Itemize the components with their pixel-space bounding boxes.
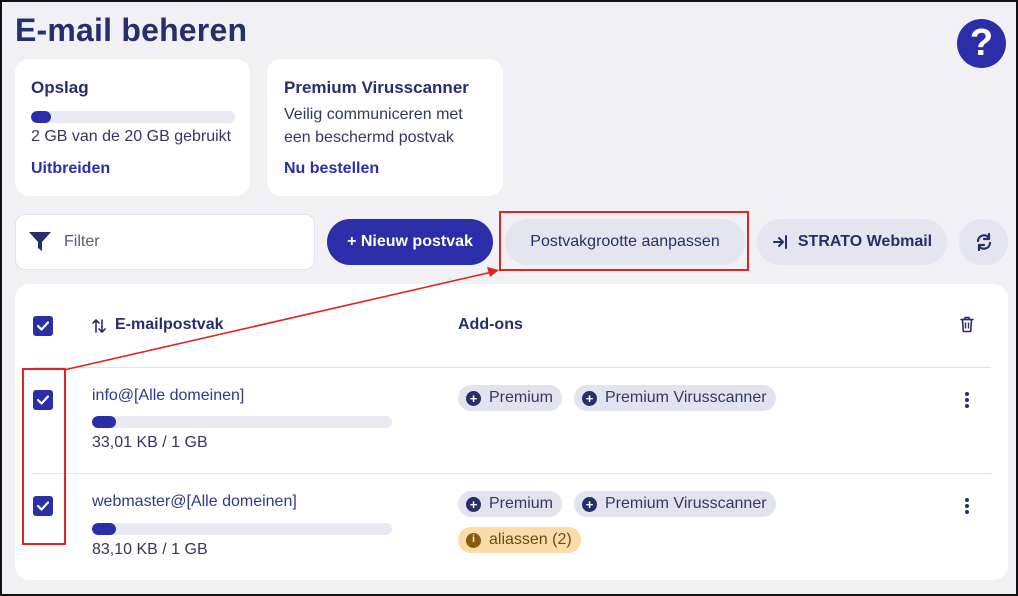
select-all-checkbox[interactable] xyxy=(33,316,53,336)
new-mailbox-button[interactable]: + Nieuw postvak xyxy=(327,219,493,265)
annotation-highlight-row-checkboxes xyxy=(22,368,66,545)
virus-scanner-card: Premium Virusscanner Veilig communiceren… xyxy=(267,59,503,196)
virus-scanner-title: Premium Virusscanner xyxy=(284,78,469,97)
mailbox-email[interactable]: info@[Alle domeinen] xyxy=(92,387,244,405)
column-header-addons: Add-ons xyxy=(458,316,523,333)
storage-usage-text: 2 GB van de 20 GB gebruikt xyxy=(31,128,232,145)
alias-badge[interactable]: i aliassen (2) xyxy=(458,527,581,553)
filter-icon xyxy=(29,232,51,251)
plus-icon: + xyxy=(466,390,481,406)
mailbox-size: 33,01 KB / 1 GB xyxy=(92,434,208,451)
sort-icon[interactable] xyxy=(92,318,106,334)
storage-card: Opslag 2 GB van de 20 GB gebruikt Uitbre… xyxy=(15,59,250,196)
addon-badge[interactable]: + Premium xyxy=(458,491,563,517)
addon-label: Premium xyxy=(489,389,554,406)
row-menu-icon[interactable] xyxy=(965,392,969,408)
refresh-button[interactable] xyxy=(959,219,1008,265)
virus-scanner-text-1: Veilig communiceren met xyxy=(284,106,463,123)
addon-label: Premium xyxy=(489,495,554,512)
row-menu-icon[interactable] xyxy=(965,498,969,514)
expand-storage-link[interactable]: Uitbreiden xyxy=(31,160,110,178)
filter-field[interactable] xyxy=(15,214,315,270)
mailbox-usage-fill xyxy=(92,523,116,535)
login-arrow-icon xyxy=(772,235,787,249)
row-divider xyxy=(33,473,991,474)
help-icon[interactable]: ? xyxy=(957,19,1006,68)
storage-progress-fill xyxy=(31,111,52,123)
header-divider xyxy=(33,367,991,368)
mailbox-usage-bar xyxy=(92,523,392,535)
check-icon xyxy=(37,321,49,331)
addon-badge[interactable]: + Premium xyxy=(458,385,563,411)
mailbox-usage-fill xyxy=(92,416,116,428)
page-frame: E-mail beheren ? Opslag 2 GB van de 20 G… xyxy=(0,0,1018,596)
mailbox-size: 83,10 KB / 1 GB xyxy=(92,541,208,558)
addon-label: Premium Virusscanner xyxy=(605,495,767,512)
storage-title: Opslag xyxy=(31,78,89,97)
annotation-highlight-resize-button xyxy=(499,211,749,271)
refresh-icon xyxy=(976,233,991,251)
info-icon: i xyxy=(466,532,481,548)
order-virus-scanner-link[interactable]: Nu bestellen xyxy=(284,160,379,178)
filter-input[interactable] xyxy=(64,233,264,251)
plus-icon: + xyxy=(582,390,597,406)
addon-badge[interactable]: + Premium Virusscanner xyxy=(574,385,776,411)
mailbox-usage-bar xyxy=(92,416,392,428)
storage-progress-bar xyxy=(31,111,235,123)
webmail-label: STRATO Webmail xyxy=(797,233,933,250)
webmail-button[interactable]: STRATO Webmail xyxy=(757,219,947,265)
trash-icon[interactable] xyxy=(960,316,974,333)
column-header-mailbox[interactable]: E-mailpostvak xyxy=(115,316,223,334)
plus-icon: + xyxy=(466,496,481,512)
page-title: E-mail beheren xyxy=(15,12,248,48)
plus-icon: + xyxy=(582,496,597,512)
addon-label: Premium Virusscanner xyxy=(605,389,767,406)
virus-scanner-text-2: een beschermd postvak xyxy=(284,129,454,146)
alias-label: aliassen (2) xyxy=(489,531,572,548)
mailbox-table: E-mailpostvak Add-ons info@[Alle domeine… xyxy=(15,284,1008,580)
mailbox-email[interactable]: webmaster@[Alle domeinen] xyxy=(92,493,297,511)
addon-badge[interactable]: + Premium Virusscanner xyxy=(574,491,776,517)
